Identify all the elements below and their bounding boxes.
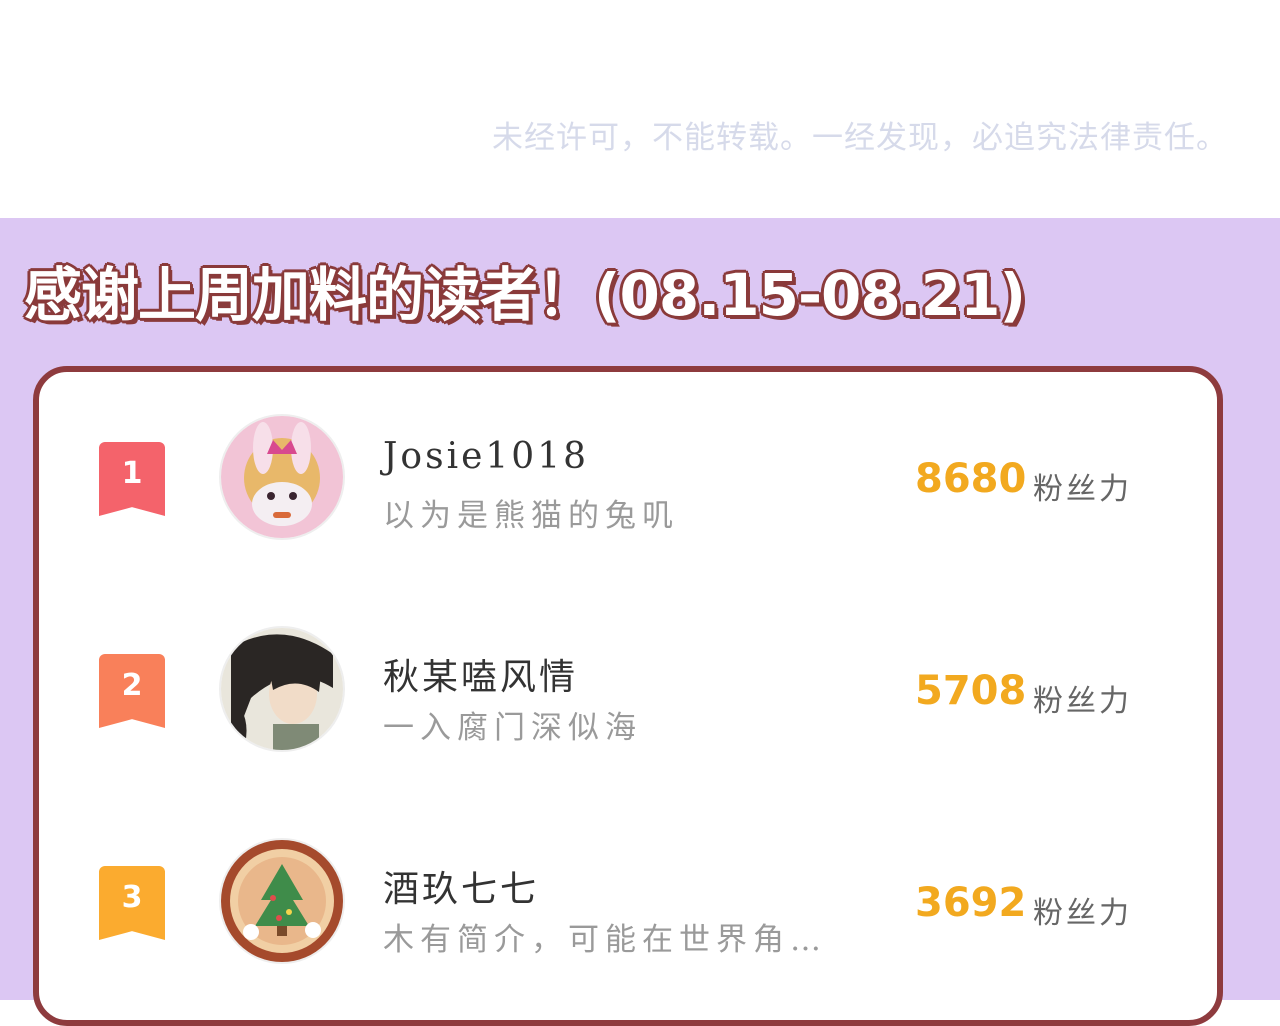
username[interactable]: 酒玖七七 <box>383 860 539 912</box>
user-bio: 以为是熊猫的兔叽 <box>383 498 679 534</box>
bunny-avatar-icon[interactable] <box>219 414 345 540</box>
top-area: 未经许可，不能转载。一经发现，必追究法律责任。 <box>0 0 1280 218</box>
rank-badge-3: 3 <box>99 866 165 940</box>
leaderboard-row-1[interactable]: 1 Josie1018 以为是熊猫的兔叽 8680 粉丝力 <box>39 412 1217 552</box>
username[interactable]: Josie1018 <box>383 436 589 477</box>
fan-score: 5708 <box>915 668 1027 714</box>
user-bio: 一入腐门深似海 <box>383 710 642 746</box>
username[interactable]: 秋某嗑风情 <box>383 648 578 700</box>
anime-portrait-avatar-icon[interactable] <box>219 626 345 752</box>
fan-score: 8680 <box>915 456 1027 502</box>
copyright-notice: 未经许可，不能转载。一经发现，必追究法律责任。 <box>492 120 1228 156</box>
rank-badge-1: 1 <box>99 442 165 516</box>
fan-score-unit: 粉丝力 <box>1033 684 1132 719</box>
christmas-tree-avatar-icon[interactable] <box>219 838 345 964</box>
leaderboard-card: 1 Josie1018 以为是熊猫的兔叽 8680 粉丝力 2 秋某嗑风情 一入… <box>33 366 1223 1026</box>
fan-score: 3692 <box>915 880 1027 926</box>
fan-score-unit: 粉丝力 <box>1033 896 1132 931</box>
leaderboard-row-3[interactable]: 3 酒玖七七 木有简介，可能在世界角… 3692 粉丝力 <box>39 836 1217 976</box>
page-title: 感谢上周加料的读者！(08.15-08.21) <box>24 261 1026 329</box>
leaderboard-row-2[interactable]: 2 秋某嗑风情 一入腐门深似海 5708 粉丝力 <box>39 624 1217 764</box>
fan-score-unit: 粉丝力 <box>1033 472 1132 507</box>
user-bio: 木有简介，可能在世界角… <box>383 922 827 958</box>
rank-badge-2: 2 <box>99 654 165 728</box>
